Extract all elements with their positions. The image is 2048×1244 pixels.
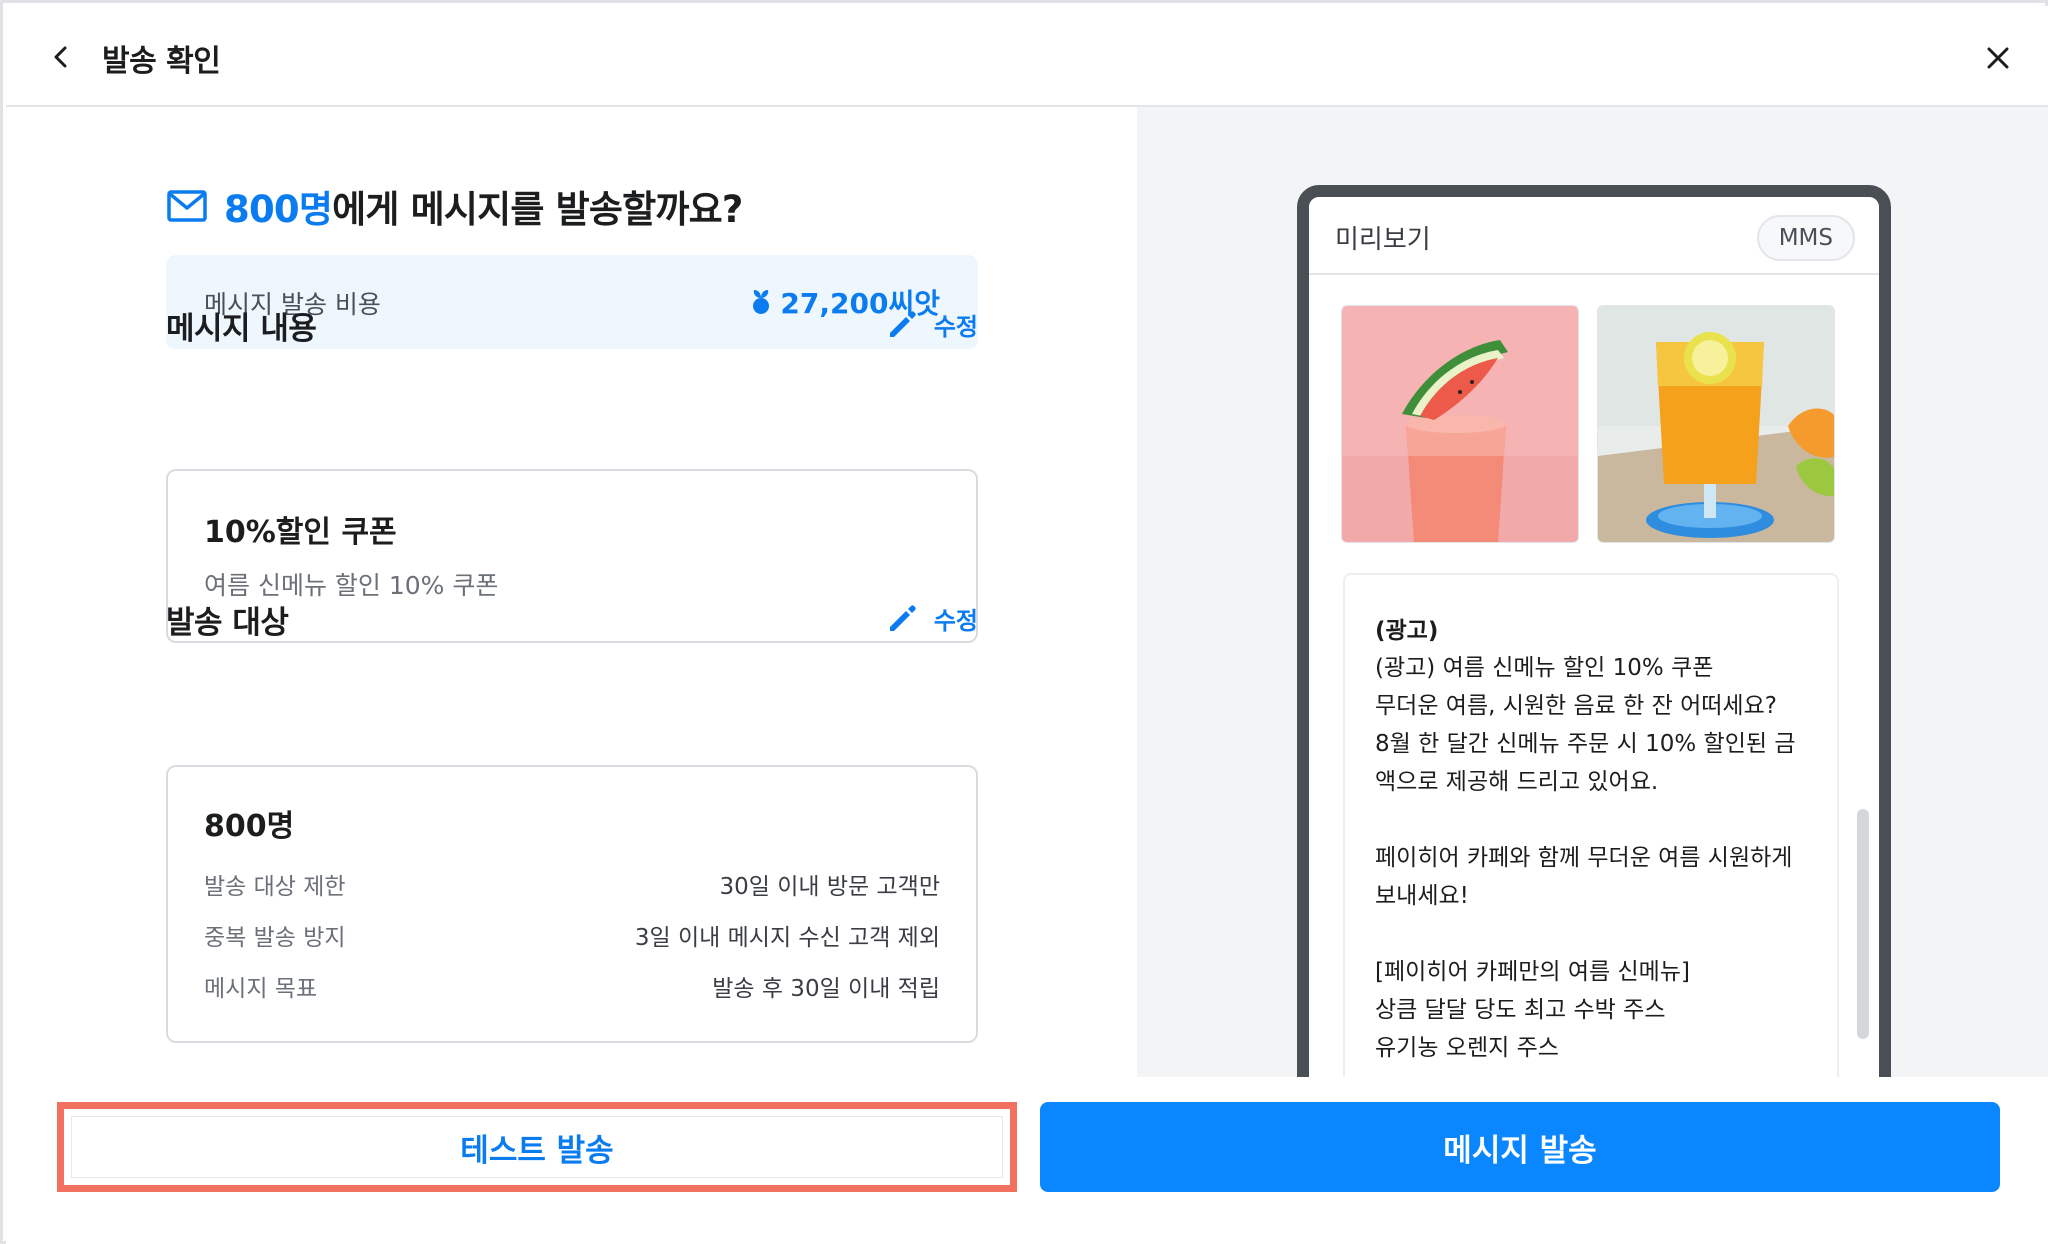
test-send-button[interactable]: 테스트 발송 [71, 1116, 1003, 1178]
send-question-heading: 800명에게 메시지를 발송할까요? [166, 179, 743, 233]
target-row-label: 중복 발송 방지 [204, 925, 346, 951]
preview-scrollbar[interactable] [1857, 809, 1869, 1039]
target-count: 800명 [204, 809, 295, 844]
target-row-value: 3일 이내 메시지 수신 고객 제외 [634, 925, 940, 951]
message-line: 무더운 여름, 시원한 음료 한 잔 어떠세요? [1375, 693, 1777, 719]
message-type-badge: MMS [1756, 215, 1855, 261]
watermelon-juice-image [1341, 305, 1579, 543]
target-row-label: 메시지 목표 [204, 976, 318, 1002]
send-message-button[interactable]: 메시지 발송 [1040, 1102, 2000, 1192]
message-line: 유기농 오렌지 주스 [1375, 1035, 1559, 1061]
target-row: 중복 발송 방지 3일 이내 메시지 수신 고객 제외 [204, 918, 940, 952]
message-line: [페이히어 카페만의 여름 신메뉴] [1375, 959, 1690, 985]
coupon-title: 10%할인 쿠폰 [204, 515, 397, 550]
send-confirm-dialog: 발송 확인 800명에게 메시지를 발송할까요? 메시지 발송 비용 27,20… [0, 0, 2048, 1244]
confirm-details-panel: 800명에게 메시지를 발송할까요? 메시지 발송 비용 27,200씨앗 메시… [6, 107, 1137, 1077]
mail-icon [167, 190, 207, 222]
chevron-left-icon [54, 46, 67, 68]
preview-panel: 미리보기 MMS (광고) (광고) 여름 신메뉴 할인 10% 쿠폰 무더운 … [1137, 107, 2048, 1077]
target-row: 발송 대상 제한 30일 이내 방문 고객만 [204, 867, 940, 901]
message-line: 8월 한 달간 신메뉴 주문 시 10% 할인된 금 [1375, 731, 1796, 757]
edit-target-button[interactable]: 수정 [886, 601, 978, 636]
message-line: 보내세요! [1375, 883, 1469, 909]
target-row-label: 발송 대상 제한 [204, 874, 346, 900]
orange-juice-image [1597, 305, 1835, 543]
edit-target-label: 수정 [933, 607, 978, 635]
recipient-count: 800명 [224, 188, 333, 231]
dialog-header: 발송 확인 [6, 6, 2048, 107]
message-preview-text: (광고) 여름 신메뉴 할인 10% 쿠폰 무더운 여름, 시원한 음료 한 잔… [1375, 649, 1825, 1067]
message-preview-box: (광고) (광고) 여름 신메뉴 할인 10% 쿠폰 무더운 여름, 시원한 음… [1343, 573, 1839, 1077]
back-button[interactable] [44, 40, 78, 74]
message-line: 상큼 달달 당도 최고 수박 주스 [1375, 997, 1666, 1023]
send-target-card: 800명 발송 대상 제한 30일 이내 방문 고객만 중복 발송 방지 3일 … [166, 765, 978, 1043]
ad-label: (광고) [1375, 618, 1439, 644]
page-title: 발송 확인 [102, 44, 221, 79]
message-line: 액으로 제공해 드리고 있어요. [1375, 769, 1659, 795]
pencil-icon [889, 604, 916, 631]
edit-message-button[interactable]: 수정 [886, 307, 978, 342]
message-line: 페이히어 카페와 함께 무더운 여름 시원하게 [1375, 845, 1793, 871]
target-row-value: 30일 이내 방문 고객만 [719, 874, 940, 900]
pencil-icon [889, 310, 916, 337]
send-target-title: 발송 대상 [166, 605, 289, 641]
dialog-footer: 테스트 발송 메시지 발송 [6, 1077, 2048, 1244]
target-row-value: 발송 후 30일 이내 적립 [712, 976, 940, 1002]
test-send-highlight: 테스트 발송 [57, 1102, 1017, 1192]
target-row: 메시지 목표 발송 후 30일 이내 적립 [204, 969, 940, 1003]
edit-message-label: 수정 [933, 313, 978, 341]
message-line: (광고) 여름 신메뉴 할인 10% 쿠폰 [1375, 655, 1714, 681]
preview-header: 미리보기 MMS [1309, 197, 1879, 275]
preview-title: 미리보기 [1335, 225, 1431, 255]
phone-preview: 미리보기 MMS (광고) (광고) 여름 신메뉴 할인 10% 쿠폰 무더운 … [1297, 185, 1891, 1077]
close-button[interactable] [1980, 40, 2016, 76]
close-icon [1987, 47, 2009, 69]
seed-icon [753, 290, 770, 314]
send-question-text: 에게 메시지를 발송할까요? [332, 188, 743, 231]
message-content-title: 메시지 내용 [166, 311, 317, 347]
